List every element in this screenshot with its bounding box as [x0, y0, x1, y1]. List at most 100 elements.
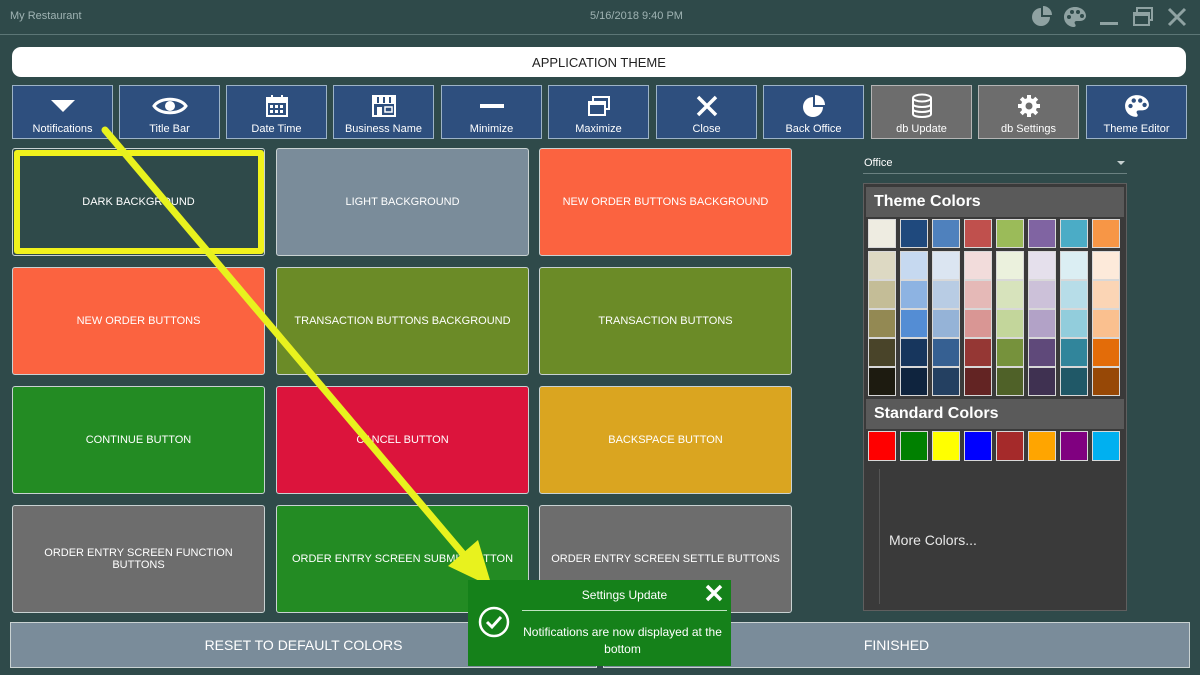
theme-shade-swatch[interactable] — [932, 280, 960, 309]
tile-continue-button[interactable]: CONTINUE BUTTON — [12, 386, 265, 494]
theme-shade-swatch[interactable] — [1092, 280, 1120, 309]
theme-shade-swatch[interactable] — [1028, 280, 1056, 309]
standard-colors-title: Standard Colors — [874, 405, 999, 422]
minimize-button[interactable]: Minimize — [441, 85, 542, 139]
theme-shade-swatch[interactable] — [868, 280, 896, 309]
theme-shade-swatch[interactable] — [1060, 280, 1088, 309]
tile-label: ORDER ENTRY SCREEN SUBMIT BUTTON — [291, 553, 514, 565]
theme-shade-swatch[interactable] — [868, 309, 896, 338]
tile-backspace-button[interactable]: BACKSPACE BUTTON — [539, 386, 792, 494]
pie-chart-icon — [802, 92, 826, 120]
theme-shade-swatch[interactable] — [900, 251, 928, 280]
standard-color-swatch[interactable] — [1092, 431, 1120, 461]
theme-color-swatch[interactable] — [868, 219, 896, 248]
theme-shade-swatch[interactable] — [1092, 367, 1120, 396]
theme-shade-swatch[interactable] — [964, 367, 992, 396]
tile-label: BACKSPACE BUTTON — [608, 434, 723, 446]
theme-shade-swatch[interactable] — [1092, 338, 1120, 367]
eye-icon — [151, 92, 188, 120]
notifications-button[interactable]: Notifications — [12, 85, 113, 139]
tile-label: CANCEL BUTTON — [356, 434, 449, 446]
theme-select[interactable]: Office — [863, 155, 1127, 174]
more-colors-link[interactable]: More Colors... — [889, 532, 977, 548]
tile-label: CONTINUE BUTTON — [85, 434, 192, 446]
maximize-button[interactable]: Maximize — [548, 85, 649, 139]
theme-shade-swatch[interactable] — [868, 251, 896, 280]
theme-shade-swatch[interactable] — [996, 251, 1024, 280]
tile-new-order-buttons-background[interactable]: NEW ORDER BUTTONS BACKGROUND — [539, 148, 792, 256]
theme-shade-swatch[interactable] — [900, 309, 928, 338]
theme-color-swatch[interactable] — [996, 219, 1024, 248]
theme-shade-swatch[interactable] — [900, 338, 928, 367]
db-settings-button-label: db Settings — [1000, 123, 1057, 135]
standard-color-swatch[interactable] — [868, 431, 896, 461]
business-name-button[interactable]: Business Name — [333, 85, 434, 139]
triangle-down-icon — [50, 92, 76, 120]
theme-shade-swatch[interactable] — [964, 280, 992, 309]
palette-icon[interactable] — [1062, 5, 1088, 29]
tile-label: ORDER ENTRY SCREEN FUNCTION BUTTONS — [44, 547, 233, 571]
tile-order-entry-function-buttons[interactable]: ORDER ENTRY SCREEN FUNCTION BUTTONS — [12, 505, 265, 613]
theme-shade-swatch[interactable] — [900, 280, 928, 309]
divider — [879, 469, 880, 604]
standard-color-swatch[interactable] — [932, 431, 960, 461]
theme-editor-button[interactable]: Theme Editor — [1086, 85, 1187, 139]
theme-shade-swatch[interactable] — [996, 309, 1024, 338]
theme-shade-swatch[interactable] — [996, 338, 1024, 367]
tile-new-order-buttons[interactable]: NEW ORDER BUTTONS — [12, 267, 265, 375]
theme-shade-swatch[interactable] — [1028, 367, 1056, 396]
close-icon[interactable] — [1164, 5, 1190, 29]
theme-shade-swatch[interactable] — [1092, 309, 1120, 338]
maximize-icon[interactable] — [1130, 5, 1156, 29]
theme-shade-swatch[interactable] — [964, 309, 992, 338]
theme-shade-swatch[interactable] — [932, 367, 960, 396]
minimize-icon[interactable] — [1096, 5, 1122, 29]
standard-color-swatch[interactable] — [1028, 431, 1056, 461]
theme-shade-swatch[interactable] — [1028, 309, 1056, 338]
toast-message: Notifications are now displayed at the b… — [523, 625, 722, 656]
db-update-button[interactable]: db Update — [871, 85, 972, 139]
standard-color-swatch[interactable] — [996, 431, 1024, 461]
tile-label: NEW ORDER BUTTONS BACKGROUND — [562, 196, 769, 208]
date-time-button[interactable]: Date Time — [226, 85, 327, 139]
theme-shade-swatch[interactable] — [1060, 367, 1088, 396]
theme-color-swatch[interactable] — [900, 219, 928, 248]
theme-color-swatch[interactable] — [1092, 219, 1120, 248]
tile-cancel-button[interactable]: CANCEL BUTTON — [276, 386, 529, 494]
standard-color-swatch[interactable] — [1060, 431, 1088, 461]
theme-shade-swatch[interactable] — [868, 367, 896, 396]
theme-shade-swatch[interactable] — [1092, 251, 1120, 280]
theme-shade-swatch[interactable] — [1028, 251, 1056, 280]
db-update-button-label: db Update — [896, 123, 947, 135]
theme-shade-swatch[interactable] — [1060, 309, 1088, 338]
standard-color-swatch[interactable] — [900, 431, 928, 461]
theme-shade-swatch[interactable] — [964, 251, 992, 280]
close-button[interactable]: Close — [656, 85, 757, 139]
theme-shade-swatch[interactable] — [868, 338, 896, 367]
theme-color-swatch[interactable] — [1060, 219, 1088, 248]
back-office-button[interactable]: Back Office — [763, 85, 864, 139]
finished-button-label: FINISHED — [863, 637, 930, 653]
theme-shade-swatch[interactable] — [996, 280, 1024, 309]
theme-shade-swatch[interactable] — [900, 367, 928, 396]
tile-light-background[interactable]: LIGHT BACKGROUND — [276, 148, 529, 256]
theme-color-swatch[interactable] — [1028, 219, 1056, 248]
theme-color-swatch[interactable] — [964, 219, 992, 248]
tile-transaction-buttons-background[interactable]: TRANSACTION BUTTONS BACKGROUND — [276, 267, 529, 375]
window-restore-icon — [587, 92, 611, 120]
theme-shade-swatch[interactable] — [1060, 338, 1088, 367]
tile-transaction-buttons[interactable]: TRANSACTION BUTTONS — [539, 267, 792, 375]
theme-shade-swatch[interactable] — [964, 338, 992, 367]
theme-shade-swatch[interactable] — [932, 338, 960, 367]
theme-shade-swatch[interactable] — [996, 367, 1024, 396]
theme-shade-swatch[interactable] — [932, 251, 960, 280]
theme-shade-swatch[interactable] — [1060, 251, 1088, 280]
theme-shade-swatch[interactable] — [932, 309, 960, 338]
pie-chart-icon[interactable] — [1028, 5, 1054, 29]
page-title: APPLICATION THEME — [532, 54, 666, 70]
theme-shade-swatch[interactable] — [1028, 338, 1056, 367]
theme-color-swatch[interactable] — [932, 219, 960, 248]
standard-color-swatch[interactable] — [964, 431, 992, 461]
db-settings-button[interactable]: db Settings — [978, 85, 1079, 139]
title-bar-button[interactable]: Title Bar — [119, 85, 220, 139]
